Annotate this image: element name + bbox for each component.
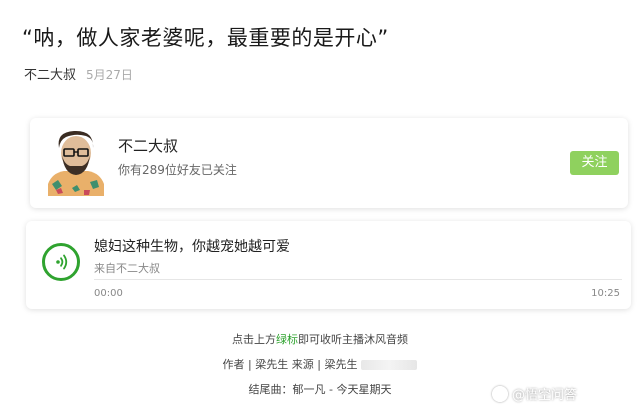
footer-credits-text: 作者 | 梁先生 来源 | 梁先生 — [222, 358, 358, 371]
watermark: @悟空问答 — [492, 384, 577, 403]
article-title: “呐，做人家老婆呢，最重要的是开心” — [22, 26, 389, 50]
profile-card[interactable]: 不二大叔 你有289位好友已关注 关注 — [30, 118, 628, 208]
avatar — [42, 126, 110, 196]
audio-player[interactable]: 媳妇这种生物，你越宠她越可爱 来自不二大叔 00:00 10:25 — [26, 221, 631, 309]
play-button[interactable] — [42, 243, 80, 281]
audio-title: 媳妇这种生物，你越宠她越可爱 — [94, 239, 290, 255]
follow-button[interactable]: 关注 — [570, 151, 619, 175]
footer-credits: 作者 | 梁先生 来源 | 梁先生 — [0, 356, 640, 372]
profile-name: 不二大叔 — [118, 137, 179, 155]
audio-progress-bar[interactable] — [94, 279, 622, 280]
footer-listen-hint: 点击上方绿标即可收听主播沐风音频 — [0, 331, 640, 347]
audio-wave-icon — [56, 254, 68, 270]
article-author-link[interactable]: 不二大叔 — [24, 68, 76, 83]
audio-duration: 10:25 — [591, 288, 620, 299]
article-date: 5月27日 — [86, 68, 133, 82]
watermark-text: @悟空问答 — [512, 388, 578, 403]
footer-line1-prefix: 点击上方 — [232, 333, 276, 346]
article-meta: 不二大叔 5月27日 — [24, 64, 133, 83]
profile-follower-count: 你有289位好友已关注 — [118, 163, 237, 177]
audio-current-time: 00:00 — [94, 288, 123, 299]
footer-line1-suffix: 即可收听主播沐风音频 — [298, 333, 408, 346]
wukong-logo-icon — [492, 385, 508, 402]
green-badge-link[interactable]: 绿标 — [276, 333, 298, 346]
blurred-text — [361, 360, 418, 370]
audio-source: 来自不二大叔 — [94, 262, 160, 275]
